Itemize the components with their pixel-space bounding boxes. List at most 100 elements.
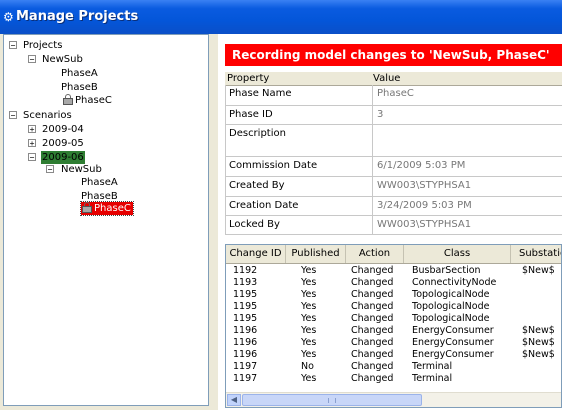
property-value[interactable]: 6/1/2009 5:03 PM [373, 157, 562, 176]
property-value[interactable]: 3/24/2009 5:03 PM [373, 197, 562, 215]
property-row-locked-by[interactable]: Locked By WW003\STYPHSA1 [225, 216, 562, 235]
tree-node-phasea[interactable]: PhaseA [61, 67, 98, 80]
tree-node-label: PhaseC [94, 203, 131, 214]
property-label: Creation Date [225, 197, 373, 215]
collapse-icon[interactable]: − [28, 55, 36, 64]
cell-change-id: 1195 [233, 313, 258, 324]
cell-published: No [301, 361, 314, 372]
tree-node-scenario-newsub[interactable]: NewSub [61, 163, 102, 176]
property-value[interactable]: 3 [373, 106, 562, 124]
splitter[interactable] [209, 34, 218, 410]
cell-action: Changed [351, 277, 394, 288]
property-row-created-by[interactable]: Created By WW003\STYPHSA1 [225, 177, 562, 197]
collapse-icon[interactable]: − [9, 111, 17, 120]
table-row[interactable]: 1195 Yes Changed TopologicalNode [226, 313, 561, 325]
changes-grid[interactable]: Change ID Published Action Class Substat… [225, 244, 562, 408]
details-panel: Recording model changes to 'NewSub, Phas… [218, 34, 562, 410]
table-row[interactable]: 1195 Yes Changed TopologicalNode [226, 289, 561, 301]
grip-icon [328, 398, 336, 403]
title-bar[interactable]: ⚙ Manage Projects [0, 0, 562, 34]
tree-node-scenario-phasec[interactable]: PhaseC [80, 201, 134, 216]
cell-published: Yes [301, 313, 317, 324]
cell-class: TopologicalNode [412, 289, 490, 300]
lock-icon [82, 202, 92, 213]
recording-banner: Recording model changes to 'NewSub, Phas… [225, 44, 562, 66]
scrollbar-thumb[interactable] [242, 394, 422, 406]
cell-class: EnergyConsumer [412, 325, 494, 336]
expand-icon[interactable]: + [28, 125, 36, 134]
property-value[interactable]: PhaseC [373, 85, 562, 105]
cell-class: EnergyConsumer [412, 337, 494, 348]
cell-class: BusbarSection [412, 265, 481, 276]
changes-grid-header: Change ID Published Action Class Substat… [226, 245, 561, 264]
property-row-creation-date[interactable]: Creation Date 3/24/2009 5:03 PM [225, 197, 562, 216]
tree-node-scenario-2009-05[interactable]: 2009-05 [42, 137, 84, 150]
property-label: Locked By [225, 216, 373, 234]
cell-published: Yes [301, 325, 317, 336]
cell-substation: $New$ [522, 265, 555, 276]
cell-action: Changed [351, 289, 394, 300]
horizontal-scrollbar[interactable]: ◀ [226, 392, 561, 407]
table-row[interactable]: 1197 Yes Changed Terminal [226, 373, 561, 385]
cell-action: Changed [351, 361, 394, 372]
cell-class: ConnectivityNode [412, 277, 497, 288]
table-row[interactable]: 1196 Yes Changed EnergyConsumer $New$ [226, 337, 561, 349]
cell-published: Yes [301, 277, 317, 288]
cell-change-id: 1192 [233, 265, 258, 276]
cell-class: TopologicalNode [412, 301, 490, 312]
cell-class: EnergyConsumer [412, 349, 494, 360]
table-row[interactable]: 1196 Yes Changed EnergyConsumer $New$ [226, 325, 561, 337]
cell-substation: $New$ [522, 349, 555, 360]
tree-node-scenarios[interactable]: Scenarios [23, 109, 72, 122]
expand-icon[interactable]: + [28, 139, 36, 148]
property-grid-header: Property Value [225, 72, 562, 86]
cell-action: Changed [351, 265, 394, 276]
cell-class: TopologicalNode [412, 313, 490, 324]
table-row[interactable]: 1195 Yes Changed TopologicalNode [226, 301, 561, 313]
property-column-header: Property [227, 73, 270, 84]
tree-node-phaseb[interactable]: PhaseB [61, 81, 98, 94]
tree-node-scenario-phasea[interactable]: PhaseA [81, 176, 118, 189]
property-label: Description [225, 125, 373, 156]
cell-action: Changed [351, 313, 394, 324]
property-value[interactable]: WW003\STYPHSA1 [373, 216, 562, 234]
property-row-phase-name[interactable]: Phase Name PhaseC [225, 85, 562, 106]
cell-change-id: 1196 [233, 349, 258, 360]
column-header-published[interactable]: Published [286, 245, 346, 263]
scroll-left-icon[interactable]: ◀ [227, 394, 241, 406]
cell-change-id: 1196 [233, 325, 258, 336]
value-column-header: Value [373, 73, 401, 84]
lock-icon [63, 94, 73, 105]
property-label: Commission Date [225, 157, 373, 176]
tree-node-newsub[interactable]: NewSub [42, 53, 83, 66]
column-header-action[interactable]: Action [346, 245, 404, 263]
table-row[interactable]: 1197 No Changed Terminal [226, 361, 561, 373]
collapse-icon[interactable]: − [28, 153, 36, 162]
cell-change-id: 1195 [233, 301, 258, 312]
tree-node-scenario-2009-04[interactable]: 2009-04 [42, 123, 84, 136]
project-tree[interactable]: − Projects − NewSub PhaseA PhaseB PhaseC… [3, 34, 209, 406]
property-row-commission-date[interactable]: Commission Date 6/1/2009 5:03 PM [225, 157, 562, 177]
property-row-description[interactable]: Description [225, 125, 562, 157]
column-header-change-id[interactable]: Change ID [226, 245, 286, 263]
cell-class: Terminal [412, 361, 453, 372]
property-value[interactable] [373, 125, 562, 156]
collapse-icon[interactable]: − [9, 41, 17, 50]
collapse-icon[interactable]: − [46, 165, 54, 174]
property-value[interactable]: WW003\STYPHSA1 [373, 177, 562, 196]
property-row-phase-id[interactable]: Phase ID 3 [225, 106, 562, 125]
cell-published: Yes [301, 373, 317, 384]
table-row[interactable]: 1193 Yes Changed ConnectivityNode [226, 277, 561, 289]
column-header-substation[interactable]: Substatio [511, 245, 561, 263]
table-row[interactable]: 1192 Yes Changed BusbarSection $New$ [226, 265, 561, 277]
column-header-class[interactable]: Class [404, 245, 511, 263]
property-label: Created By [225, 177, 373, 196]
property-label: Phase Name [225, 85, 373, 105]
tree-node-projects[interactable]: Projects [23, 39, 62, 52]
table-row[interactable]: 1196 Yes Changed EnergyConsumer $New$ [226, 349, 561, 361]
tree-node-phasec[interactable]: PhaseC [63, 94, 112, 107]
cell-published: Yes [301, 337, 317, 348]
cell-action: Changed [351, 337, 394, 348]
tree-node-label: PhaseC [75, 95, 112, 106]
cell-change-id: 1195 [233, 289, 258, 300]
